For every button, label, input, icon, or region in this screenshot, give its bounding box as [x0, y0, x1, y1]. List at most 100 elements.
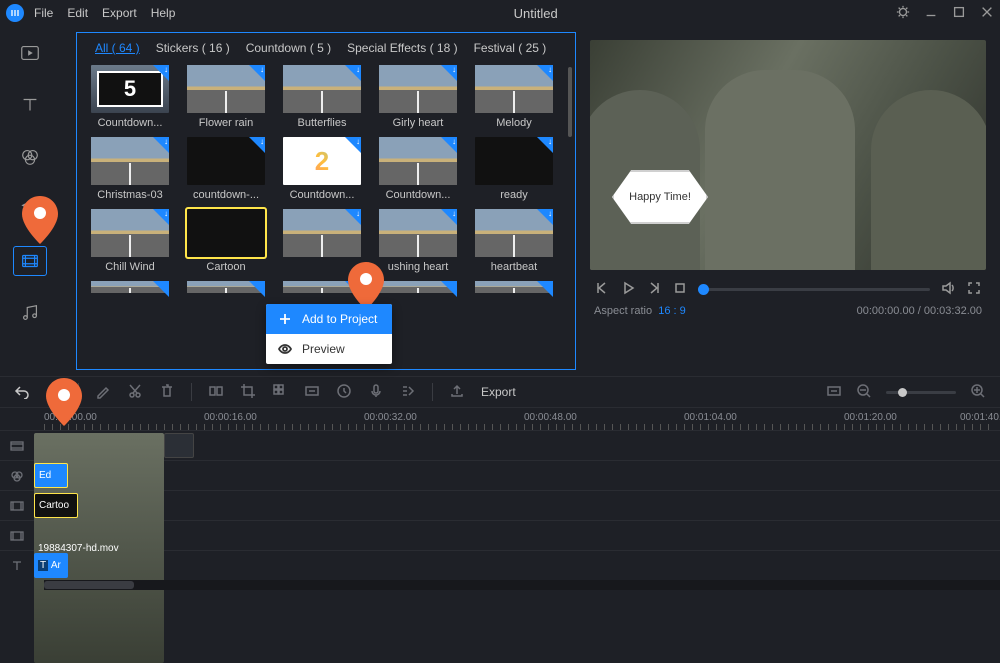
close-icon[interactable]	[980, 5, 994, 22]
gallery-item-label: Christmas-03	[91, 189, 169, 201]
gallery-item[interactable]: ↓ready	[475, 137, 553, 201]
zoom-out-icon[interactable]	[856, 383, 872, 402]
next-frame-icon[interactable]	[646, 280, 662, 299]
fullscreen-icon[interactable]	[966, 280, 982, 299]
gallery-item[interactable]: ↓Chill Wind	[91, 209, 169, 273]
play-icon[interactable]	[620, 280, 636, 299]
filter-track-icon	[0, 468, 34, 484]
gallery-item[interactable]: 2↓Countdown...	[283, 137, 361, 201]
overlay-hex-label: Happy Time!	[612, 170, 708, 224]
element-track-2[interactable]	[0, 520, 1000, 550]
ruler-mark: 00:00:48.00	[524, 412, 577, 423]
edit-icon[interactable]	[95, 383, 111, 402]
gallery-context-menu: Add to Project Preview	[266, 304, 392, 364]
tab-all[interactable]: All ( 64 )	[95, 41, 140, 55]
gallery-item[interactable]: Cartoon	[187, 209, 265, 273]
zoompan-icon[interactable]	[304, 383, 320, 402]
gallery-item[interactable]: ↓ushing heart	[379, 209, 457, 273]
minimize-icon[interactable]	[924, 5, 938, 22]
maximize-icon[interactable]	[952, 5, 966, 22]
rail-media[interactable]	[13, 38, 47, 68]
gallery-item[interactable]: ↓Melody	[475, 65, 553, 129]
gallery-item-label: Chill Wind	[91, 261, 169, 273]
duration-icon[interactable]	[336, 383, 352, 402]
ruler-mark: 00:01:20.00	[844, 412, 897, 423]
split-icon[interactable]	[208, 383, 224, 402]
fit-icon[interactable]	[826, 383, 842, 402]
aspect-ratio-value: 16 : 9	[658, 305, 686, 317]
stop-icon[interactable]	[672, 280, 688, 299]
mosaic-icon[interactable]	[272, 383, 288, 402]
filter-track[interactable]: Ed	[0, 460, 1000, 490]
gallery-item[interactable]: ↓	[283, 209, 361, 273]
element-track-2-icon	[0, 528, 34, 544]
menu-help[interactable]: Help	[151, 6, 176, 20]
undo-icon[interactable]	[14, 383, 30, 402]
menu-file[interactable]: File	[34, 6, 53, 20]
rail-filters[interactable]	[13, 142, 47, 172]
gallery-item[interactable]: ↓Christmas-03	[91, 137, 169, 201]
timeline-scrollbar[interactable]	[44, 580, 1000, 590]
gallery-item[interactable]: 5↓Countdown...	[91, 65, 169, 129]
gallery-tabs: All ( 64 ) Stickers ( 16 ) Countdown ( 5…	[77, 41, 575, 65]
time-ruler[interactable]: 00:00:00.0000:00:16.0000:00:32.0000:00:4…	[0, 408, 1000, 430]
video-track[interactable]: 19884307-hd.mov	[0, 430, 1000, 460]
settings-icon[interactable]	[896, 5, 910, 22]
filter-clip[interactable]: Ed	[34, 463, 68, 488]
tab-countdown[interactable]: Countdown ( 5 )	[246, 41, 331, 55]
text-track-icon	[0, 558, 34, 574]
menu-edit[interactable]: Edit	[67, 6, 88, 20]
tab-festival[interactable]: Festival ( 25 )	[474, 41, 547, 55]
zoom-slider[interactable]	[886, 391, 956, 394]
text-track[interactable]: T Ar	[0, 550, 1000, 580]
video-clip-b[interactable]	[164, 433, 194, 458]
gallery-item[interactable]: ↓Butterflies	[283, 65, 361, 129]
zoom-in-icon[interactable]	[970, 383, 986, 402]
timeline-toolbar: Export	[0, 376, 1000, 408]
gallery-item[interactable]: ↓countdown-...	[187, 137, 265, 201]
ctx-add-to-project[interactable]: Add to Project	[266, 304, 392, 334]
timecode: 00:00:00.00 / 00:03:32.00	[857, 305, 982, 317]
menu-bar: File Edit Export Help	[34, 6, 175, 20]
element-track[interactable]: Cartoo	[0, 490, 1000, 520]
seek-bar[interactable]	[698, 288, 930, 291]
gallery-item[interactable]: ↓Girly heart	[379, 65, 457, 129]
voiceover-icon[interactable]	[368, 383, 384, 402]
tab-stickers[interactable]: Stickers ( 16 )	[156, 41, 230, 55]
gallery-item[interactable]: ↓Flower rain	[187, 65, 265, 129]
cut-icon[interactable]	[127, 383, 143, 402]
export-button[interactable]: Export	[481, 385, 516, 399]
crop-icon[interactable]	[240, 383, 256, 402]
rail-text[interactable]	[13, 90, 47, 120]
ctx-preview[interactable]: Preview	[266, 334, 392, 364]
video-track-icon	[0, 438, 34, 454]
ruler-mark: 00:00:00.00	[44, 412, 97, 423]
export-icon[interactable]	[449, 383, 465, 402]
rail-audio[interactable]	[13, 298, 47, 328]
element-clip[interactable]: Cartoo	[34, 493, 78, 518]
redo-icon[interactable]	[46, 383, 62, 402]
timeline: 00:00:00.0000:00:16.0000:00:32.0000:00:4…	[0, 408, 1000, 590]
element-track-icon	[0, 498, 34, 514]
delete-icon[interactable]	[159, 383, 175, 402]
title-bar: File Edit Export Help Untitled	[0, 0, 1000, 26]
prev-frame-icon[interactable]	[594, 280, 610, 299]
gallery-item-label: Melody	[475, 117, 553, 129]
ruler-mark: 00:01:40.00	[960, 412, 1000, 423]
left-rail	[0, 26, 60, 370]
preview-video[interactable]: Happy Time!	[590, 40, 986, 270]
text-clip[interactable]: T Ar	[34, 553, 68, 578]
volume-icon[interactable]	[940, 280, 956, 299]
rail-elements[interactable]	[13, 246, 47, 276]
gallery-item-label: ready	[475, 189, 553, 201]
gallery-item-label: Girly heart	[379, 117, 457, 129]
tab-special[interactable]: Special Effects ( 18 )	[347, 41, 458, 55]
gallery-item[interactable]: ↓Countdown...	[379, 137, 457, 201]
rail-overlays[interactable]	[13, 194, 47, 224]
aspect-ratio[interactable]: Aspect ratio 16 : 9	[594, 305, 686, 317]
speed-icon[interactable]	[400, 383, 416, 402]
aspect-ratio-label: Aspect ratio	[594, 305, 652, 317]
menu-export[interactable]: Export	[102, 6, 137, 20]
gallery-item-label: countdown-...	[187, 189, 265, 201]
gallery-item[interactable]: ↓heartbeat	[475, 209, 553, 273]
